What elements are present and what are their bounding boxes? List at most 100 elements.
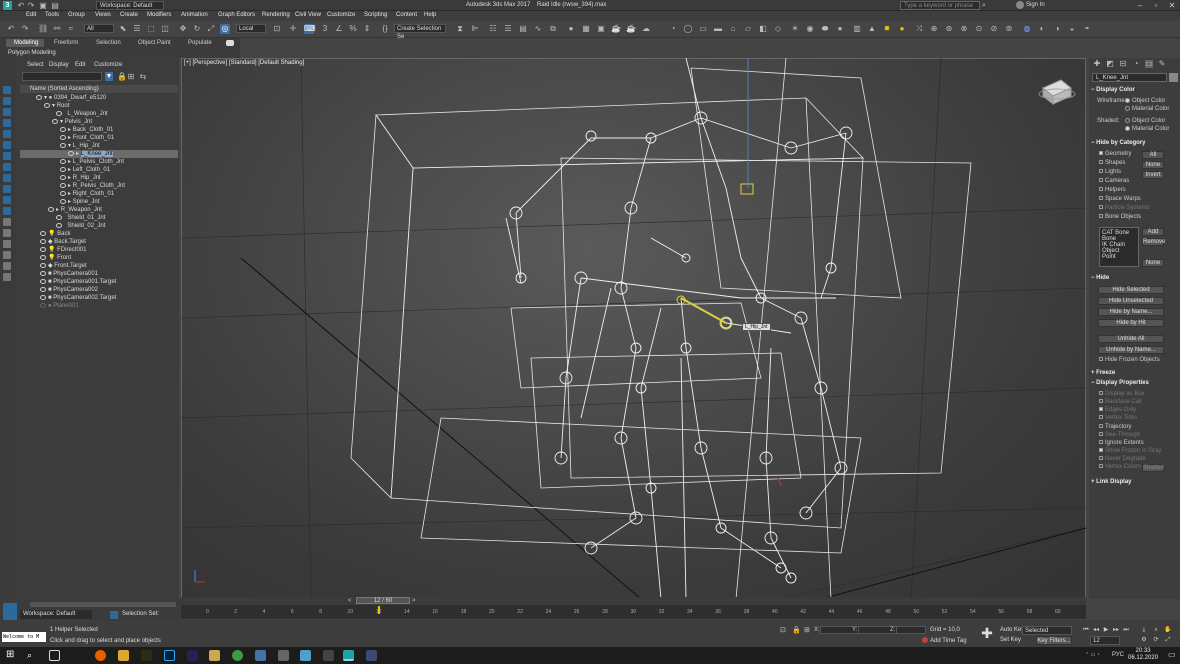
display-none-icon[interactable] bbox=[3, 229, 11, 237]
ribbon-tool-4-icon[interactable]: ▬ bbox=[713, 24, 723, 34]
modify-tab-icon[interactable]: ◩ bbox=[1106, 60, 1114, 68]
key-mode-toggle-icon[interactable]: ⤓ bbox=[1140, 627, 1148, 634]
user-icon[interactable] bbox=[1016, 1, 1024, 9]
category-shapes[interactable]: Shapes bbox=[1099, 160, 1125, 166]
category-lights[interactable]: Lights bbox=[1099, 169, 1121, 175]
selection-filter-dropdown[interactable]: All bbox=[84, 24, 114, 33]
bind-space-warp-icon[interactable]: ≈ bbox=[66, 24, 76, 34]
display-invert-icon[interactable] bbox=[3, 240, 11, 248]
app-icon-4[interactable] bbox=[255, 650, 266, 661]
category-all-button[interactable]: All bbox=[1142, 151, 1164, 159]
pan-icon[interactable]: ✋ bbox=[1164, 627, 1172, 634]
pivot-center-icon[interactable]: ⊡ bbox=[272, 24, 282, 34]
hide-by-hit-button[interactable]: Hide by Hit bbox=[1098, 319, 1164, 327]
display-shapes-icon[interactable] bbox=[3, 97, 11, 105]
add-time-tag-button[interactable]: Add Time Tag bbox=[930, 638, 967, 644]
tab-selection[interactable]: Selection bbox=[96, 40, 121, 46]
tree-row[interactable]: ▸ R_Weapon_Jnt bbox=[20, 206, 178, 214]
tree-row[interactable]: 💡 FDirect001 bbox=[20, 246, 178, 254]
ribbon-tool-5-icon[interactable]: ⌂ bbox=[728, 24, 738, 34]
eye-icon[interactable] bbox=[40, 302, 46, 308]
tree-row[interactable]: ▸ L_Pelvis_Cloth_Jnt bbox=[20, 158, 178, 166]
category-list[interactable]: CAT Bone Bone IK Chain Object Point bbox=[1099, 227, 1139, 267]
eye-icon[interactable] bbox=[40, 246, 46, 252]
snaps-toggle-icon[interactable]: 3 bbox=[320, 24, 330, 34]
display-hidden-icon[interactable] bbox=[3, 207, 11, 215]
eye-icon[interactable] bbox=[60, 190, 66, 196]
tree-row[interactable]: L_Weapon_Jnt bbox=[20, 110, 178, 118]
eye-icon[interactable] bbox=[60, 158, 66, 164]
utilities-tab-icon[interactable]: ✎ bbox=[1158, 60, 1166, 68]
motion-tab-icon[interactable]: ◔ bbox=[1132, 60, 1140, 68]
hide-by-name-button[interactable]: Hide by Name... bbox=[1098, 308, 1164, 316]
maximize-icon[interactable]: ▫ bbox=[1148, 0, 1164, 11]
eye-icon[interactable] bbox=[40, 262, 46, 268]
app-icon-8[interactable] bbox=[366, 650, 377, 661]
tree-row[interactable]: ■ PhysCamera002 bbox=[20, 286, 178, 294]
shaded-object-color-radio[interactable]: Object Color bbox=[1125, 118, 1165, 124]
tree-row[interactable]: ■ PhysCamera001 bbox=[20, 270, 178, 278]
spinner-snap-icon[interactable]: ⇕ bbox=[362, 24, 372, 34]
material-editor-icon[interactable]: ● bbox=[566, 24, 576, 34]
tab-freeform[interactable]: Freeform bbox=[54, 40, 78, 46]
eye-icon[interactable] bbox=[40, 278, 46, 284]
se-menu-display[interactable]: Display bbox=[49, 62, 69, 68]
hierarchy-tab-icon[interactable]: ⊟ bbox=[1119, 60, 1127, 68]
chrome-icon[interactable] bbox=[232, 650, 243, 661]
percent-snap-icon[interactable]: % bbox=[348, 24, 358, 34]
key-filters-button[interactable]: Key Filters... bbox=[1036, 636, 1072, 645]
globe-icon[interactable]: ◍ bbox=[1022, 24, 1032, 34]
workspace-dropdown[interactable]: Workspace: Default bbox=[96, 1, 164, 10]
ribbon-tool-15-icon[interactable]: ⤨ bbox=[914, 24, 924, 34]
category-list-item[interactable]: Point bbox=[1102, 254, 1136, 260]
eye-icon[interactable] bbox=[60, 174, 66, 180]
display-spacewarps-icon[interactable] bbox=[3, 141, 11, 149]
save-file-icon[interactable]: ▤ bbox=[50, 1, 60, 11]
ribbon-tool-2-icon[interactable]: ◯ bbox=[683, 24, 693, 34]
show-frozen-in-gray-checkbox[interactable]: Show Frozen in Gray bbox=[1099, 448, 1161, 454]
menu-content[interactable]: Content bbox=[396, 12, 417, 18]
toggle-layer-explorer-icon[interactable]: ☰ bbox=[503, 24, 513, 34]
time-slider-thumb[interactable]: 12 / 60 bbox=[356, 597, 410, 604]
ribbon-tool-6-icon[interactable]: ▱ bbox=[743, 24, 753, 34]
viewport-label[interactable]: [+] [Perspective] [Standard] [Default Sh… bbox=[184, 60, 304, 66]
hide-frozen-objects-checkbox[interactable]: Hide Frozen Objects bbox=[1099, 357, 1160, 363]
object-name-field[interactable]: L_Knee_Jnt bbox=[1092, 73, 1167, 82]
language-indicator[interactable]: РУС bbox=[1112, 652, 1124, 658]
vertex-colors-checkbox[interactable]: Vertex Colors bbox=[1099, 464, 1141, 470]
tree-row[interactable]: ▸ Front_Cloth_01 bbox=[20, 134, 178, 142]
ribbon-tool-24-icon[interactable]: ◒ bbox=[1067, 24, 1077, 34]
viewport-scene[interactable] bbox=[181, 58, 1086, 599]
undo-icon[interactable]: ↶ bbox=[6, 24, 16, 34]
rendered-frame-window-icon[interactable]: ▣ bbox=[596, 24, 606, 34]
tree-row[interactable]: Shield_01_Jnt bbox=[20, 214, 178, 222]
menu-help[interactable]: Help bbox=[424, 12, 436, 18]
se-menu-customize[interactable]: Customize bbox=[94, 62, 122, 68]
next-key-icon[interactable]: ▸▸ bbox=[1112, 627, 1120, 634]
tree-row[interactable]: ◆ Back.Target bbox=[20, 238, 178, 246]
render-setup-icon[interactable]: ▦ bbox=[581, 24, 591, 34]
menu-animation[interactable]: Animation bbox=[181, 12, 208, 18]
menu-create[interactable]: Create bbox=[120, 12, 138, 18]
category-none-button[interactable]: None bbox=[1142, 161, 1164, 169]
eye-icon[interactable] bbox=[68, 150, 74, 156]
trajectory-checkbox[interactable]: Trajectory bbox=[1099, 424, 1131, 430]
3dsmax-taskbar-icon[interactable] bbox=[343, 650, 354, 661]
move-icon[interactable]: ✥ bbox=[178, 24, 188, 34]
rollout-hide-by-category[interactable]: − Hide by Category bbox=[1091, 140, 1177, 146]
ribbon-tool-19-icon[interactable]: ⊙ bbox=[974, 24, 984, 34]
ribbon-tool-21-icon[interactable]: ⊚ bbox=[1004, 24, 1014, 34]
find-icon[interactable] bbox=[3, 262, 11, 270]
isolate-selection-icon[interactable]: ⊡ bbox=[780, 626, 788, 634]
layer-manager-icon[interactable] bbox=[3, 603, 17, 621]
tree-row[interactable]: ▾ Root bbox=[20, 102, 178, 110]
go-to-end-icon[interactable]: ⏭ bbox=[1122, 627, 1130, 634]
menu-group[interactable]: Group bbox=[68, 12, 85, 18]
hierarchy-icon[interactable]: ⊞ bbox=[127, 72, 135, 81]
tree-row[interactable]: Shield_02_Jnt bbox=[20, 222, 178, 230]
ribbon-tool-12-icon[interactable]: ● bbox=[835, 24, 845, 34]
category-cameras[interactable]: Cameras bbox=[1099, 178, 1129, 184]
display-containers-icon[interactable] bbox=[3, 185, 11, 193]
ribbon-tool-16-icon[interactable]: ⊕ bbox=[929, 24, 939, 34]
task-view-icon[interactable] bbox=[49, 650, 60, 661]
